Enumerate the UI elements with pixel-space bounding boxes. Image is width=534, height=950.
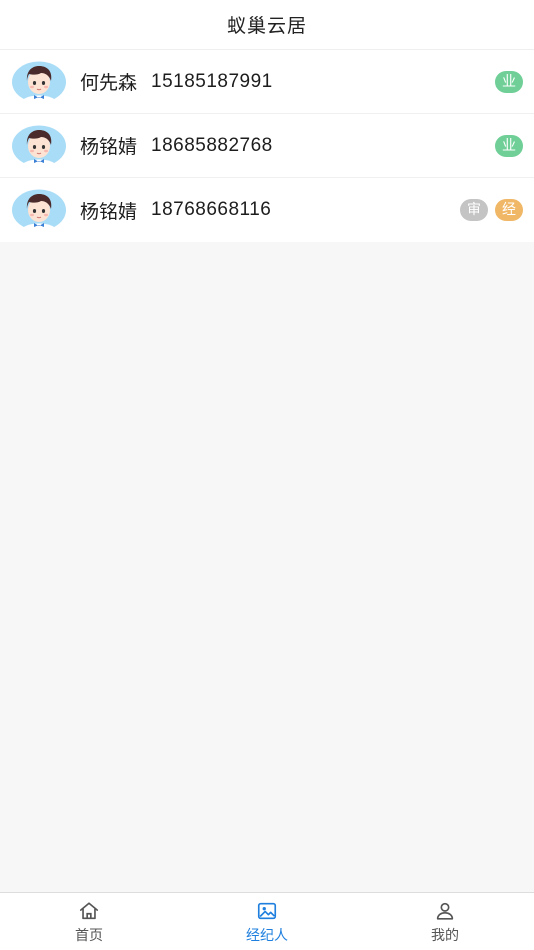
role-badge: 业 — [495, 70, 523, 93]
home-icon — [79, 902, 99, 920]
bottom-tab-bar: 首页 经纪人 我的 — [0, 892, 534, 950]
contact-phone: 18768668116 — [151, 199, 272, 220]
contact-phone: 18685882768 — [151, 134, 273, 156]
boy-avatar-icon — [12, 61, 66, 103]
role-badge: 业 — [495, 134, 523, 157]
tab-home[interactable]: 首页 — [0, 893, 178, 950]
contact-list: 何先森 15185187991 业 杨铭婧 18685882768 业 杨铭婧 … — [0, 50, 534, 242]
app-header: 蚁巢云居 — [0, 0, 534, 50]
list-item[interactable]: 何先森 15185187991 业 — [0, 50, 534, 114]
role-badges: 业 — [495, 134, 523, 157]
image-icon — [257, 902, 277, 920]
tab-label: 首页 — [75, 928, 103, 944]
tab-mine[interactable]: 我的 — [356, 893, 534, 950]
contact-name: 杨铭婧 — [80, 136, 138, 158]
page-title: 蚁巢云居 — [226, 15, 307, 37]
role-badges: 业 — [495, 70, 523, 93]
contact-name: 杨铭婧 — [80, 200, 138, 223]
boy-avatar-icon — [12, 125, 66, 167]
role-badges: 审 经 — [460, 199, 523, 221]
user-icon — [436, 902, 454, 920]
tab-label: 我的 — [431, 928, 459, 944]
list-item[interactable]: 杨铭婧 18768668116 审 经 — [0, 178, 534, 242]
tab-agents[interactable]: 经纪人 — [178, 893, 356, 950]
role-badge: 经 — [495, 199, 523, 221]
boy-avatar-icon — [12, 189, 66, 231]
tab-label: 经纪人 — [246, 928, 288, 944]
role-badge: 审 — [460, 199, 488, 221]
contact-phone: 15185187991 — [151, 70, 273, 92]
contact-name: 何先森 — [80, 72, 138, 94]
list-item[interactable]: 杨铭婧 18685882768 业 — [0, 114, 534, 178]
